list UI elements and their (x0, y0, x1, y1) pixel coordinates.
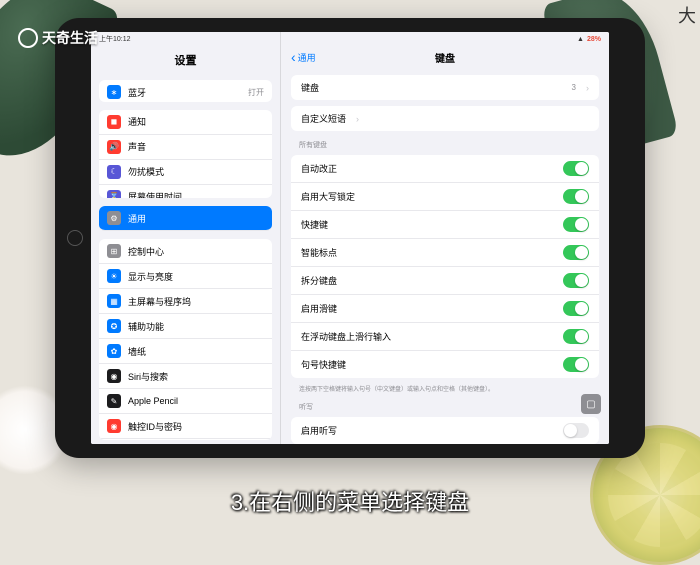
dnd-icon: ☾ (107, 165, 121, 179)
home-button[interactable] (67, 230, 83, 246)
homescreen-icon: ▦ (107, 294, 121, 308)
sounds-icon: 🔊 (107, 140, 121, 154)
back-button[interactable]: 通用 (291, 50, 316, 64)
tablet-frame: 上午10:12 ▲ 28% 设置 ∗ 蓝牙 打开 ◼ 通知 🔊 声音 ☾ 勿扰模式 ⌛… (55, 18, 645, 458)
toggle-switch[interactable] (563, 217, 589, 232)
sidebar-item-wallpaper[interactable]: ✿ 墙纸 (99, 339, 272, 364)
sidebar-item-value: 打开 (248, 87, 264, 98)
status-time: 上午10:12 (99, 34, 131, 44)
sidebar-item-control-center[interactable]: ⊞ 控制中心 (99, 239, 272, 264)
siri-icon: ◉ (107, 369, 121, 383)
sidebar-item-general[interactable]: ⚙ 通用 (99, 206, 272, 231)
sidebar-item-screentime[interactable]: ⌛ 屏幕使用时间 (99, 185, 272, 199)
sidebar-item-label: 蓝牙 (128, 86, 146, 99)
row-label: 启用滑键 (301, 302, 337, 315)
toggle-switch[interactable] (563, 423, 589, 438)
screen: 上午10:12 ▲ 28% 设置 ∗ 蓝牙 打开 ◼ 通知 🔊 声音 ☾ 勿扰模式 ⌛… (91, 32, 609, 444)
sidebar-item-label: 辅助功能 (128, 320, 164, 333)
toggle-dictation[interactable]: 启用听写 (291, 417, 599, 444)
notifications-icon: ◼ (107, 115, 121, 129)
sidebar-item-label: 通用 (128, 212, 146, 225)
display-icon: ☀ (107, 269, 121, 283)
toggle-shortcuts[interactable]: 快捷键 (291, 211, 599, 239)
row-value: 3 (572, 83, 576, 92)
pencil-icon: ✎ (107, 394, 121, 408)
toggle-switch[interactable] (563, 329, 589, 344)
toggle-smartpunct[interactable]: 智能标点 (291, 239, 599, 267)
page-title: 键盘 (435, 50, 455, 65)
sidebar-item-label: 声音 (128, 140, 146, 153)
control-center-icon: ⊞ (107, 244, 121, 258)
sidebar-item-label: Siri与搜索 (128, 370, 168, 383)
sidebar-item-sounds[interactable]: 🔊 声音 (99, 135, 272, 160)
watermark-logo: 天奇生活 (18, 28, 98, 48)
toggle-switch[interactable] (563, 357, 589, 372)
toggle-splitkbd[interactable]: 拆分键盘 (291, 267, 599, 295)
toggle-floatslide[interactable]: 在浮动键盘上滑行输入 (291, 323, 599, 351)
toggle-switch[interactable] (563, 161, 589, 176)
sidebar-item-label: 显示与亮度 (128, 270, 173, 283)
row-label: 快捷键 (301, 218, 328, 231)
row-label: 在浮动键盘上滑行输入 (301, 330, 391, 343)
sidebar-item-label: 通知 (128, 115, 146, 128)
sidebar-item-display[interactable]: ☀ 显示与亮度 (99, 264, 272, 289)
sidebar-item-pencil[interactable]: ✎ Apple Pencil (99, 389, 272, 414)
row-label: 拆分键盘 (301, 274, 337, 287)
toggles-group: 自动改正 启用大写锁定 快捷键 智能标点 拆分键盘 启用滑键 在浮动键盘上滑行输… (291, 155, 599, 378)
sidebar-item-label: 勿扰模式 (128, 165, 164, 178)
text-replacement-row[interactable]: 自定义短语 › (291, 106, 599, 131)
wallpaper-icon: ✿ (107, 344, 121, 358)
toggle-switch[interactable] (563, 245, 589, 260)
scroll-indicator[interactable]: ▢ (581, 394, 601, 414)
row-label: 启用听写 (301, 424, 337, 437)
sidebar-item-label: 主屏幕与程序坞 (128, 295, 191, 308)
sidebar-item-label: Apple Pencil (128, 396, 178, 406)
battery-indicator: 28% (587, 36, 601, 43)
row-label: 句号快捷键 (301, 358, 346, 371)
touchid-icon: ◉ (107, 419, 121, 433)
main-header: 通用 键盘 (281, 46, 609, 72)
row-label: 启用大写锁定 (301, 190, 355, 203)
instruction-caption: 3.在右侧的菜单选择键盘 (231, 485, 469, 517)
sidebar-item-dnd[interactable]: ☾ 勿扰模式 (99, 160, 272, 185)
sidebar-title: 设置 (91, 46, 280, 76)
keyboards-row[interactable]: 键盘 3 › (291, 75, 599, 100)
toggle-switch[interactable] (563, 189, 589, 204)
sidebar-item-label: 触控ID与密码 (128, 420, 182, 433)
sidebar-item-homescreen[interactable]: ▦ 主屏幕与程序坞 (99, 289, 272, 314)
toggle-capslock[interactable]: 启用大写锁定 (291, 183, 599, 211)
main-panel: 通用 键盘 键盘 3 › 自定义短语 › 所有键盘 自动改正 启用大写锁定 (281, 32, 609, 444)
bluetooth-icon: ∗ (107, 85, 121, 99)
toggle-autocorrect[interactable]: 自动改正 (291, 155, 599, 183)
sidebar-item-label: 墙纸 (128, 345, 146, 358)
row-label: 自动改正 (301, 162, 337, 175)
overlay-char: 大 (678, 2, 696, 28)
status-bar: 上午10:12 ▲ 28% (91, 32, 609, 46)
sidebar-item-battery[interactable]: ▮电池 (99, 439, 272, 440)
settings-sidebar: 设置 ∗ 蓝牙 打开 ◼ 通知 🔊 声音 ☾ 勿扰模式 ⌛ 屏幕使用时间 ⚙ 通用 ⊞ 控… (91, 32, 281, 444)
chevron-right-icon: › (356, 114, 359, 124)
sidebar-item-label: 屏幕使用时间 (128, 190, 182, 198)
sidebar-item-bluetooth[interactable]: ∗ 蓝牙 打开 (99, 80, 272, 102)
sidebar-item-siri[interactable]: ◉ Siri与搜索 (99, 364, 272, 389)
sidebar-item-touchid[interactable]: ◉ 触控ID与密码 (99, 414, 272, 439)
wifi-icon: ▲ (577, 36, 584, 43)
sidebar-item-label: 控制中心 (128, 245, 164, 258)
toggle-slide[interactable]: 启用滑键 (291, 295, 599, 323)
sidebar-item-notifications[interactable]: ◼ 通知 (99, 110, 272, 135)
row-label: 自定义短语 (301, 112, 346, 125)
toggle-switch[interactable] (563, 301, 589, 316)
chevron-right-icon: › (586, 83, 589, 93)
accessibility-icon: ✪ (107, 319, 121, 333)
section-label: 所有键盘 (281, 134, 609, 152)
row-label: 智能标点 (301, 246, 337, 259)
section-label-dictation: 听写 (281, 396, 609, 414)
sidebar-item-accessibility[interactable]: ✪ 辅助功能 (99, 314, 272, 339)
row-label: 键盘 (301, 81, 319, 94)
footer-note: 连按两下空格键将输入句号（中文键盘）或输入句点和空格（其他键盘）。 (281, 381, 609, 396)
toggle-switch[interactable] (563, 273, 589, 288)
screentime-icon: ⌛ (107, 190, 121, 199)
general-icon: ⚙ (107, 211, 121, 225)
toggle-period[interactable]: 句号快捷键 (291, 351, 599, 378)
